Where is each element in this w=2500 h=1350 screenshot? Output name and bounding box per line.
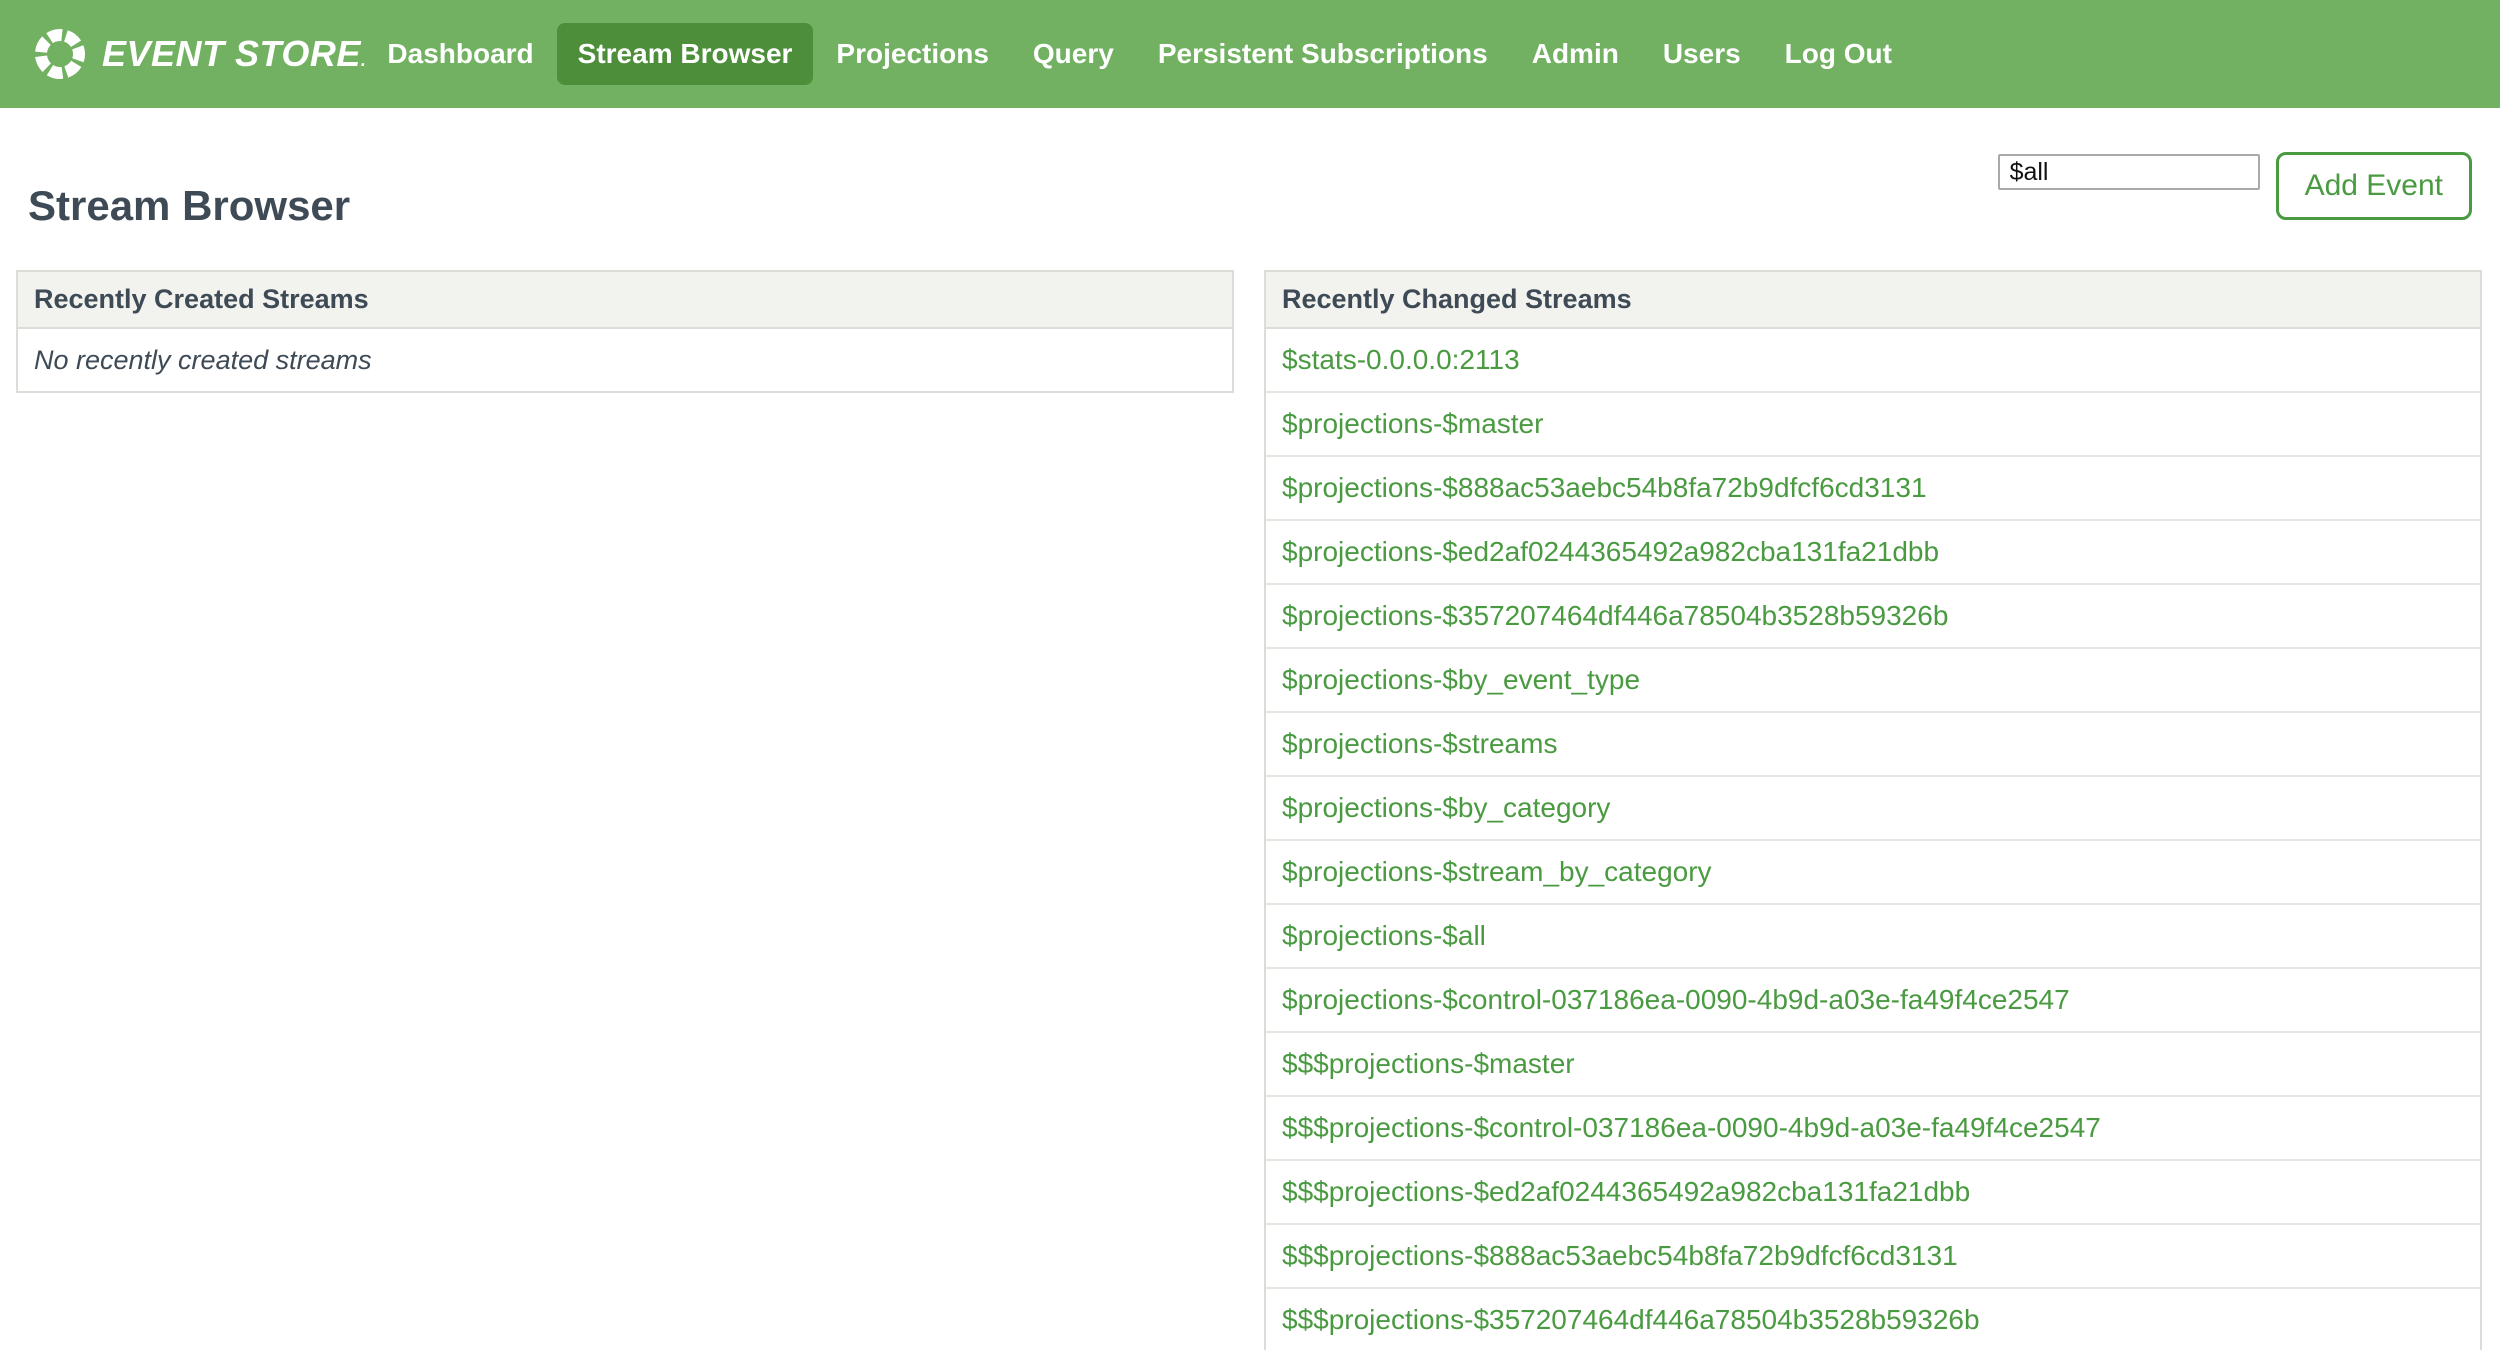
top-navbar: EVENT STORE. Dashboard Stream Browser Proj…	[0, 0, 2500, 108]
nav-item-users[interactable]: Users	[1642, 23, 1762, 85]
stream-link[interactable]: $projections-$by_category	[1282, 792, 1610, 823]
main-nav: Dashboard Stream Browser Projections Query P…	[366, 23, 1913, 85]
no-created-streams-message: No recently created streams	[34, 345, 372, 375]
stream-link[interactable]: $projections-$all	[1282, 920, 1486, 951]
add-event-button[interactable]: Add Event	[2275, 152, 2472, 220]
recently-changed-streams-list: $stats-0.0.0.0:2113 $projections-$master $…	[1266, 329, 2480, 1350]
main-content: Stream Browser Add Event Recently Create…	[0, 108, 2500, 1350]
stream-row: $projections-$by_event_type	[1266, 649, 2480, 713]
stream-link[interactable]: $projections-$by_event_type	[1282, 664, 1640, 695]
stream-link[interactable]: $$$projections-$ed2af0244365492a982cba13…	[1282, 1176, 1970, 1207]
stream-row: $$$projections-$master	[1266, 1033, 2480, 1097]
stream-name-input[interactable]	[1997, 154, 2260, 190]
recently-changed-streams-title: Recently Changed Streams	[1266, 272, 2480, 329]
page-title: Stream Browser	[28, 182, 351, 229]
event-store-logo[interactable]: EVENT STORE.	[34, 28, 366, 80]
nav-item-admin[interactable]: Admin	[1511, 23, 1640, 85]
nav-item-query[interactable]: Query	[1012, 23, 1135, 85]
stream-row: $$$projections-$control-037186ea-0090-4b…	[1266, 1097, 2480, 1161]
stream-link[interactable]: $stats-0.0.0.0:2113	[1282, 344, 1520, 375]
recently-changed-streams-panel: Recently Changed Streams $stats-0.0.0.0:…	[1264, 270, 2482, 1350]
stream-link[interactable]: $projections-$ed2af0244365492a982cba131f…	[1282, 536, 1939, 567]
nav-item-persistent-subscriptions[interactable]: Persistent Subscriptions	[1137, 23, 1509, 85]
panels-container: Recently Created Streams No recently cre…	[0, 270, 2500, 1350]
header-controls: Add Event	[1997, 152, 2472, 220]
stream-row: $$$projections-$ed2af0244365492a982cba13…	[1266, 1161, 2480, 1225]
stream-link[interactable]: $projections-$357207464df446a78504b3528b…	[1282, 600, 1948, 631]
nav-item-log-out[interactable]: Log Out	[1764, 23, 1913, 85]
stream-link[interactable]: $projections-$888ac53aebc54b8fa72b9dfcf6…	[1282, 472, 1927, 503]
stream-link[interactable]: $$$projections-$master	[1282, 1048, 1575, 1079]
nav-item-stream-browser[interactable]: Stream Browser	[556, 23, 814, 85]
recently-created-streams-title: Recently Created Streams	[18, 272, 1232, 329]
stream-link[interactable]: $$$projections-$357207464df446a78504b352…	[1282, 1304, 1980, 1335]
stream-link[interactable]: $projections-$stream_by_category	[1282, 856, 1712, 887]
brand-name: EVENT STORE.	[102, 33, 367, 74]
stream-row: $projections-$all	[1266, 905, 2480, 969]
page-header: Stream Browser Add Event	[0, 108, 2500, 230]
recently-created-streams-list: No recently created streams	[18, 329, 1232, 391]
stream-row: $projections-$357207464df446a78504b3528b…	[1266, 585, 2480, 649]
stream-link[interactable]: $projections-$streams	[1282, 728, 1557, 759]
nav-item-dashboard[interactable]: Dashboard	[366, 23, 554, 85]
stream-row: $$$projections-$357207464df446a78504b352…	[1266, 1289, 2480, 1350]
stream-row: $stats-0.0.0.0:2113	[1266, 329, 2480, 393]
stream-row: $projections-$streams	[1266, 713, 2480, 777]
event-store-logo-icon	[35, 29, 85, 79]
nav-item-projections[interactable]: Projections	[815, 23, 1009, 85]
stream-row: $projections-$stream_by_category	[1266, 841, 2480, 905]
stream-row: $projections-$master	[1266, 393, 2480, 457]
stream-row: $projections-$888ac53aebc54b8fa72b9dfcf6…	[1266, 457, 2480, 521]
stream-row: $projections-$ed2af0244365492a982cba131f…	[1266, 521, 2480, 585]
stream-row: $$$projections-$888ac53aebc54b8fa72b9dfc…	[1266, 1225, 2480, 1289]
recently-created-streams-panel: Recently Created Streams No recently cre…	[16, 270, 1234, 393]
stream-link[interactable]: $$$projections-$control-037186ea-0090-4b…	[1282, 1112, 2101, 1143]
stream-row: $projections-$control-037186ea-0090-4b9d…	[1266, 969, 2480, 1033]
stream-link[interactable]: $projections-$master	[1282, 408, 1543, 439]
stream-link[interactable]: $$$projections-$888ac53aebc54b8fa72b9dfc…	[1282, 1240, 1958, 1271]
stream-row: $projections-$by_category	[1266, 777, 2480, 841]
stream-link[interactable]: $projections-$control-037186ea-0090-4b9d…	[1282, 984, 2070, 1015]
